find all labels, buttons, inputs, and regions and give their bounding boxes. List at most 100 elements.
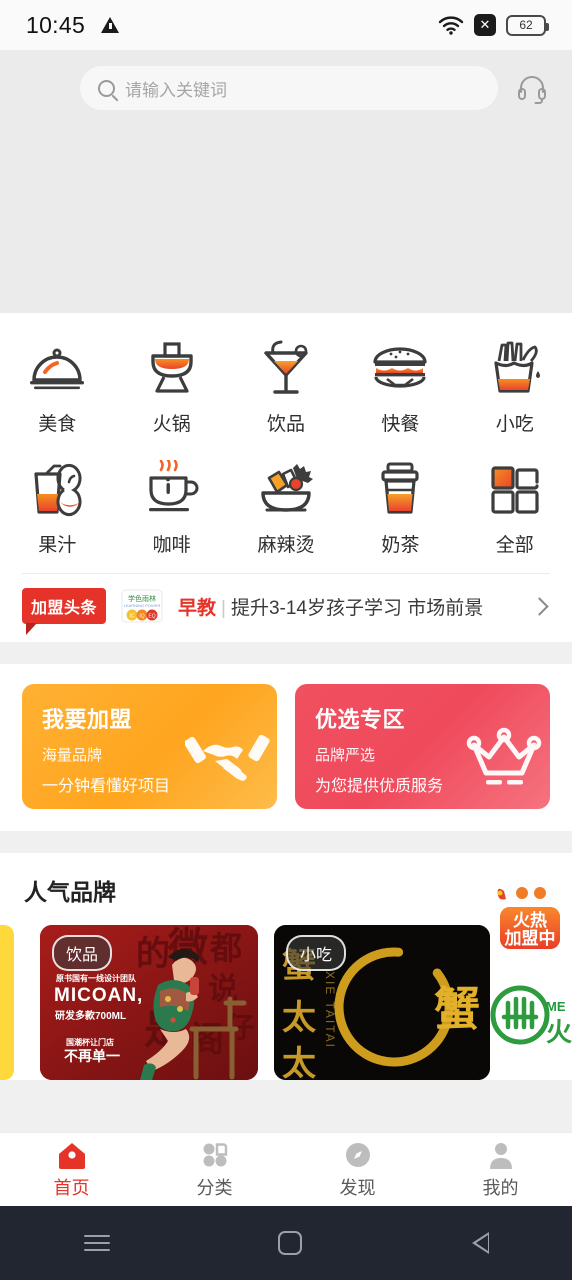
status-bar-right: ✕ 62 (438, 14, 549, 36)
svg-text:太: 太 (282, 1045, 316, 1080)
crown-icon (466, 727, 542, 785)
home-square-icon[interactable] (278, 1231, 302, 1255)
category-section: 美食 火锅 饮品 快餐 小吃 果汁 咖啡 麻辣烫 奶茶 全部 (0, 313, 572, 574)
tab-label: 首页 (53, 1177, 90, 1198)
promo-card-join[interactable]: 我要加盟 海量品牌 一分钟看懂好项目 (22, 684, 277, 809)
cocktail-icon (264, 340, 308, 394)
category-label: 果汁 (38, 535, 77, 556)
category-item-kuaican[interactable]: 快餐 (343, 327, 457, 446)
category-item-huoguo[interactable]: 火锅 (114, 327, 228, 446)
svg-text:都: 都 (209, 930, 242, 966)
hot-join-badge[interactable]: 火热 加盟中 (494, 877, 566, 977)
brand-card-xietaitai[interactable]: 小吃 蟹 蟹太太 XIE TAITAI (274, 925, 490, 1080)
handshake-icon (185, 734, 270, 781)
tab-label: 分类 (196, 1177, 233, 1198)
micoan-caption-2: 研发多款700ML (55, 1009, 126, 1022)
person-icon (489, 1142, 512, 1169)
battery-icon: 62 (506, 14, 549, 36)
bottom-tab-bar: 首页 分类 发现 我的 (0, 1132, 572, 1206)
compass-icon (345, 1142, 370, 1167)
search-icon (98, 79, 115, 97)
mascot-icon (497, 879, 556, 911)
home-icon (58, 1142, 85, 1169)
category-item-kafei[interactable]: 咖啡 (114, 448, 228, 567)
chevron-right-icon[interactable] (530, 596, 549, 616)
burger-icon (373, 347, 427, 388)
news-separator: | (221, 597, 226, 619)
section-gap-2 (0, 831, 572, 853)
search-input[interactable]: 请输入关键词 (80, 66, 498, 110)
svg-text:EQ: EQ (148, 614, 155, 620)
search-placeholder: 请输入关键词 (125, 80, 227, 100)
juice-apple-icon (34, 463, 82, 517)
cloche-icon (30, 348, 85, 390)
svg-text:IQ: IQ (139, 614, 144, 620)
grid-icon (203, 1142, 227, 1166)
wifi-icon (438, 16, 464, 35)
battery-level: 62 (519, 18, 533, 32)
tab-home[interactable]: 首页 (0, 1133, 143, 1206)
category-item-yinpin[interactable]: 饮品 (229, 327, 343, 446)
category-item-quanbu[interactable]: 全部 (458, 448, 572, 567)
milk-tea-icon (381, 462, 419, 514)
brand-card-peek[interactable] (0, 925, 14, 1080)
spicy-bowl-icon (261, 464, 313, 512)
section-gap (0, 642, 572, 664)
news-tag: 早教 (178, 597, 217, 619)
svg-text:IC: IC (130, 614, 135, 620)
app-screen: 10:45 ✕ 62 请输入关键词 美食 火锅 饮品 快餐 小吃 果汁 咖啡 麻… (0, 0, 572, 1280)
news-headline: 早教 | 提升3-14岁孩子学习 市场前景 (178, 593, 519, 620)
tab-mine[interactable]: 我的 (429, 1133, 572, 1206)
promo-section: 我要加盟 海量品牌 一分钟看懂好项目 优选专区 品牌严选 为您提供优质服务 (0, 664, 572, 831)
news-title: 提升3-14岁孩子学习 市场前景 (230, 597, 484, 619)
no-signal-x-icon: ✕ (474, 14, 496, 36)
brand-thumb-icon: 学色雨林 LEARNING POWER IC IQ EQ (121, 589, 163, 623)
micoan-caption-4: 不再单一 (64, 1048, 120, 1064)
xie-logo-char: 蟹 (434, 984, 480, 1035)
hotpot-icon (150, 342, 193, 393)
category-item-meishi[interactable]: 美食 (0, 327, 114, 446)
search-row: 请输入关键词 (0, 50, 572, 110)
category-item-guozhi[interactable]: 果汁 (0, 448, 114, 567)
category-label: 麻辣烫 (257, 535, 315, 556)
headset-icon[interactable] (516, 72, 548, 104)
back-triangle-icon[interactable] (470, 1231, 489, 1255)
grid-all-icon (491, 466, 539, 514)
menu-icon[interactable] (84, 1235, 110, 1251)
android-nav-bar (0, 1206, 572, 1280)
svg-text:LEARNING POWER: LEARNING POWER (124, 603, 161, 608)
section-title: 人气品牌 (24, 879, 116, 905)
category-item-naicha[interactable]: 奶茶 (343, 448, 457, 567)
promo-card-premium[interactable]: 优选专区 品牌严选 为您提供优质服务 (295, 684, 550, 809)
category-item-malatang[interactable]: 麻辣烫 (229, 448, 343, 567)
micoan-caption-1: 原书国有一线设计团队 (56, 973, 137, 983)
status-bar: 10:45 ✕ 62 (0, 0, 572, 50)
svg-text:太: 太 (282, 999, 316, 1037)
category-item-xiaochi[interactable]: 小吃 (458, 327, 572, 446)
hot-badge-line2: 加盟中 (504, 928, 556, 948)
news-badge: 加盟头条 (22, 588, 107, 635)
tab-discover[interactable]: 发现 (286, 1133, 429, 1206)
tab-category[interactable]: 分类 (143, 1133, 286, 1206)
brand-tag: 饮品 (52, 935, 113, 971)
category-label: 快餐 (381, 414, 420, 435)
category-label: 饮品 (266, 414, 305, 435)
hero-banner-area: 请输入关键词 (0, 50, 572, 313)
status-bar-left: 10:45 (26, 11, 120, 39)
status-time: 10:45 (26, 11, 86, 38)
tab-label: 我的 (482, 1177, 519, 1198)
brand-card-micoan[interactable]: 饮品 的 微 都 说 是 阁 仔 原书国有一线设计团队 MICOAN, 研发多款… (40, 925, 258, 1080)
brand-card-row: 饮品 的 微 都 说 是 阁 仔 原书国有一线设计团队 MICOAN, 研发多款… (0, 907, 572, 1080)
brand-tag: 小吃 (286, 935, 347, 971)
category-label: 全部 (495, 535, 534, 556)
brand-card-green-logo[interactable]: ME 火 (490, 979, 572, 1049)
news-ticker[interactable]: 加盟头条 学色雨林 LEARNING POWER IC IQ EQ 早教 | 提升3… (0, 574, 572, 642)
micoan-caption-3: 国潮杯让门店 (66, 1037, 114, 1047)
svg-text:学色雨林: 学色雨林 (128, 594, 156, 603)
warning-triangle-icon (101, 17, 120, 33)
green-logo-text: ME (546, 999, 566, 1014)
popular-brands-section: 人气品牌 饮品 的 微 都 说 是 阁 仔 原书国有一线设计团队 MICOAN,… (0, 853, 572, 1080)
hot-badge-line1: 火热 (513, 910, 547, 930)
micoan-brand: MICOAN, (54, 985, 143, 1006)
category-label: 奶茶 (381, 535, 420, 556)
